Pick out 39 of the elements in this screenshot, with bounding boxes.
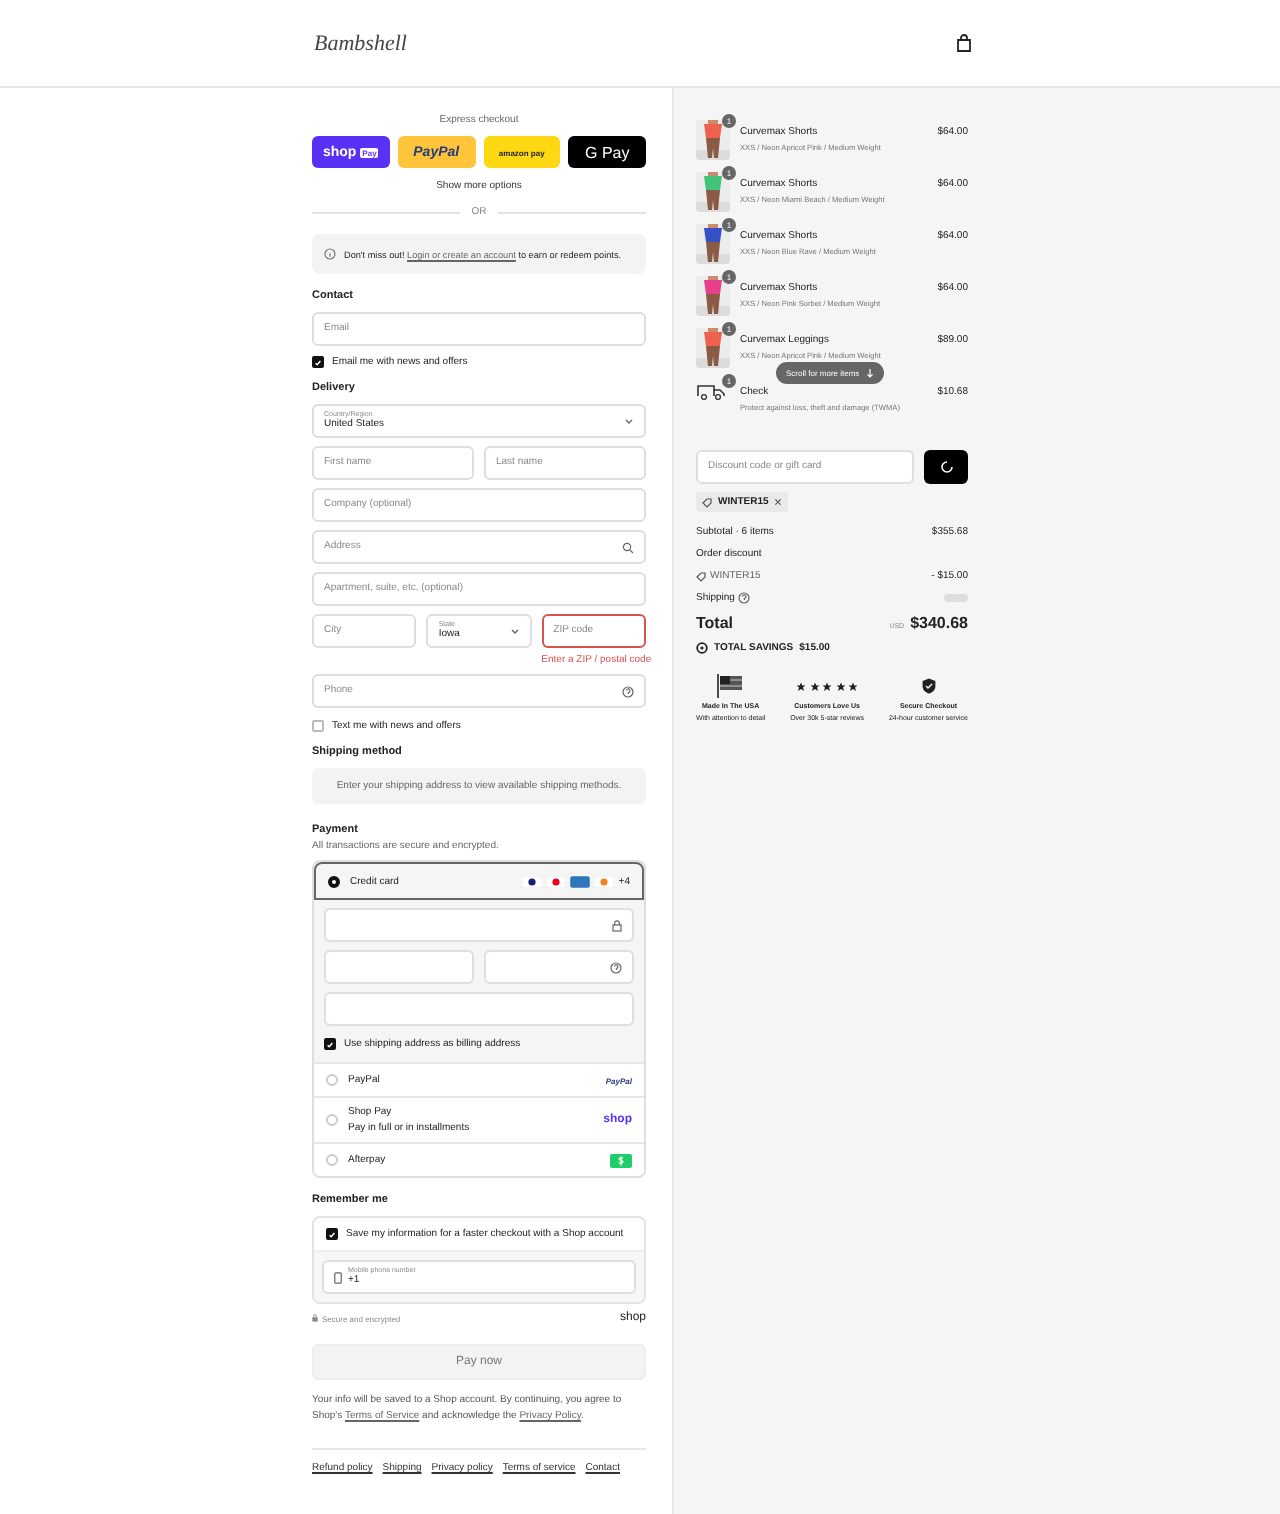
total-value: $340.68 — [910, 614, 968, 632]
apply-button[interactable] — [924, 450, 968, 484]
brand-logo[interactable]: Bambshell — [314, 31, 407, 55]
help-icon — [738, 592, 751, 604]
checkbox[interactable] — [326, 1228, 338, 1240]
total-label: Total — [696, 614, 734, 632]
afterpay-icon — [610, 1153, 632, 1167]
info-icon — [324, 248, 336, 260]
phone-icon — [334, 1271, 342, 1283]
search-icon — [622, 541, 634, 553]
help-icon — [622, 685, 634, 697]
help-icon — [610, 961, 622, 973]
radio-button[interactable] — [328, 875, 340, 887]
shield-icon — [921, 678, 936, 694]
card-brand-icon — [546, 875, 567, 887]
checkbox[interactable] — [312, 720, 324, 732]
lock-icon — [612, 919, 622, 931]
google-pay-button[interactable]: G Pay — [568, 136, 646, 168]
arrow-down-icon — [865, 368, 874, 378]
lock-icon — [312, 1314, 318, 1322]
card-brand-icon — [570, 875, 591, 887]
input-field[interactable] — [484, 950, 634, 984]
chevron-icon — [509, 627, 520, 635]
checkbox[interactable] — [324, 1038, 336, 1050]
input-field[interactable] — [324, 992, 634, 1026]
savings-icon — [696, 642, 708, 654]
tag-icon — [702, 497, 712, 507]
spinner-icon — [939, 460, 953, 474]
truck-icon — [696, 380, 726, 400]
input-field[interactable] — [324, 908, 634, 942]
checkbox[interactable] — [312, 356, 324, 368]
remove-icon — [774, 498, 783, 506]
card-brand-icon — [522, 875, 543, 887]
card-brand-icon — [594, 875, 615, 887]
shopping-bag-icon — [956, 34, 972, 52]
tag-icon — [696, 571, 706, 581]
flag-icon — [716, 674, 745, 698]
chevron-icon — [624, 417, 634, 425]
input-field[interactable] — [324, 950, 474, 984]
